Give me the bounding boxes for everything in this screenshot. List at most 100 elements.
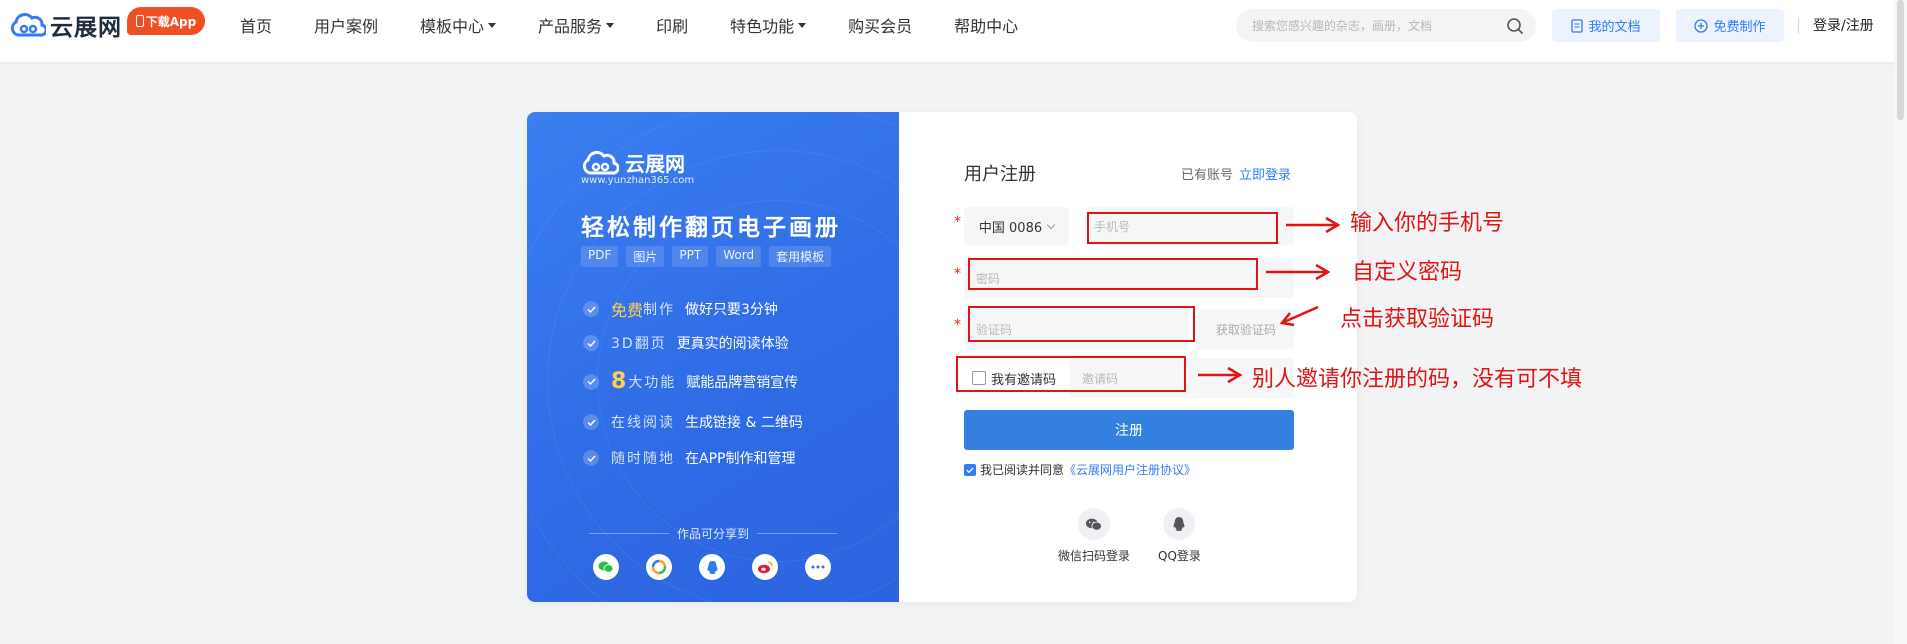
highlight-box bbox=[968, 306, 1195, 342]
nav-label: 印刷 bbox=[656, 17, 689, 36]
free-make-button[interactable]: 免费制作 bbox=[1676, 9, 1784, 42]
annotation-invite: 别人邀请你注册的码，没有可不填 bbox=[1252, 367, 1583, 392]
feature-label: 制作 bbox=[643, 302, 676, 318]
free-make-label: 免费制作 bbox=[1713, 20, 1766, 35]
format-tag: PPT bbox=[672, 246, 709, 267]
qq-login-label: QQ登录 bbox=[1158, 549, 1201, 563]
arrow-icon bbox=[1279, 305, 1319, 327]
nav-label: 特色功能 bbox=[730, 17, 795, 36]
promo-url: www.yunzhan365.com bbox=[581, 175, 695, 186]
feature-desc: 赋能品牌营销宣传 bbox=[686, 374, 799, 391]
main-nav: 首页 用户案例 模板中心 产品服务 印刷 特色功能 购买会员 帮助中心 bbox=[240, 0, 1060, 50]
search-icon[interactable] bbox=[1506, 17, 1524, 35]
promo-title: 轻松制作翻页电子画册 bbox=[581, 215, 841, 241]
search-input[interactable]: 搜索您感兴趣的杂志，画册，文档 bbox=[1236, 9, 1536, 42]
caret-down-icon bbox=[606, 22, 615, 28]
weibo-icon bbox=[752, 554, 778, 580]
nav-help[interactable]: 帮助中心 bbox=[954, 13, 1018, 37]
arrow-icon bbox=[1266, 263, 1331, 281]
feature-label: 在线阅读 bbox=[611, 415, 675, 431]
feature-label: 随时随地 bbox=[611, 451, 675, 467]
check-icon bbox=[583, 301, 599, 317]
scrollbar-thumb[interactable] bbox=[1897, 0, 1904, 120]
moments-icon bbox=[646, 554, 672, 580]
format-tags: PDF 图片 PPT Word 套用模板 bbox=[581, 246, 832, 267]
qq-icon bbox=[699, 554, 725, 580]
scrollbar[interactable] bbox=[1894, 0, 1907, 644]
feature-highlight: 免费 bbox=[611, 301, 644, 320]
arrow-icon bbox=[1198, 366, 1243, 384]
document-icon bbox=[1571, 18, 1584, 33]
my-documents-label: 我的文档 bbox=[1588, 20, 1641, 35]
country-code-select[interactable]: 中国 0086 bbox=[964, 207, 1069, 245]
annotation-code: 点击获取验证码 bbox=[1340, 307, 1495, 332]
top-navbar: 云展网 下载App 首页 用户案例 模板中心 产品服务 印刷 特色功能 购买会员… bbox=[0, 0, 1907, 62]
share-title: 作品可分享到 bbox=[676, 527, 749, 541]
download-app-label: 下载App bbox=[145, 14, 197, 29]
qq-login[interactable]: QQ登录 bbox=[1158, 508, 1201, 564]
login-register-link[interactable]: 登录/注册 bbox=[1813, 15, 1874, 35]
check-icon bbox=[583, 373, 599, 390]
highlight-box bbox=[968, 258, 1258, 290]
promo-panel: 云展网 www.yunzhan365.com 轻松制作翻页电子画册 PDF 图片… bbox=[527, 112, 899, 602]
nav-user-cases[interactable]: 用户案例 bbox=[314, 13, 378, 37]
wechat-login[interactable]: 微信扫码登录 bbox=[1058, 508, 1130, 564]
agreement: 我已阅读并同意 《云展网用户注册协议》 bbox=[964, 461, 1196, 478]
feature-desc: 做好只要3分钟 bbox=[685, 302, 778, 318]
annotation-phone: 输入你的手机号 bbox=[1350, 211, 1505, 236]
feature-number: 8 bbox=[611, 369, 627, 394]
nav-print[interactable]: 印刷 bbox=[656, 13, 688, 37]
my-documents-button[interactable]: 我的文档 bbox=[1552, 9, 1660, 42]
site-logo[interactable]: 云展网 bbox=[10, 10, 122, 41]
highlight-box bbox=[1087, 212, 1278, 244]
login-now-link[interactable]: 立即登录 bbox=[1239, 168, 1291, 183]
highlight-box bbox=[956, 356, 1186, 392]
qq-icon bbox=[1163, 508, 1196, 540]
caret-down-icon bbox=[798, 22, 807, 28]
nav-label: 模板中心 bbox=[420, 17, 485, 36]
logo-text: 云展网 bbox=[50, 15, 122, 41]
feature-item: 在线阅读 生成链接 & 二维码 bbox=[583, 412, 803, 432]
annotation-password: 自定义密码 bbox=[1352, 260, 1463, 285]
feature-desc: 生成链接 & 二维码 bbox=[685, 415, 803, 431]
feature-desc: 在APP制作和管理 bbox=[685, 451, 796, 467]
wechat-icon bbox=[593, 554, 619, 580]
feature-item: 免费 制作 做好只要3分钟 bbox=[583, 297, 778, 321]
nav-label: 帮助中心 bbox=[954, 17, 1019, 36]
chevron-down-icon bbox=[1046, 220, 1056, 229]
nav-home[interactable]: 首页 bbox=[240, 13, 272, 37]
share-icons bbox=[593, 554, 831, 580]
phone-icon bbox=[135, 15, 144, 27]
agreement-checkbox[interactable] bbox=[964, 463, 976, 476]
register-card: 云展网 www.yunzhan365.com 轻松制作翻页电子画册 PDF 图片… bbox=[527, 112, 1357, 602]
format-tag: 套用模板 bbox=[769, 246, 832, 267]
cloud-logo-icon bbox=[10, 13, 46, 37]
download-app-button[interactable]: 下载App bbox=[127, 7, 205, 35]
feature-label: 3D翻页 bbox=[611, 336, 667, 352]
more-icon bbox=[805, 554, 831, 580]
register-button[interactable]: 注册 bbox=[964, 410, 1294, 450]
login-prompt: 已有账号 立即登录 bbox=[1181, 164, 1291, 183]
format-tag: 图片 bbox=[626, 246, 665, 267]
required-mark: * bbox=[954, 317, 961, 333]
agreement-link[interactable]: 《云展网用户注册协议》 bbox=[1064, 461, 1196, 478]
form-title: 用户注册 bbox=[964, 164, 1036, 185]
divider bbox=[1798, 17, 1799, 34]
nav-features[interactable]: 特色功能 bbox=[730, 13, 807, 37]
arrow-icon bbox=[1286, 216, 1341, 234]
promo-logo: 云展网 bbox=[581, 148, 685, 177]
nav-products[interactable]: 产品服务 bbox=[538, 13, 615, 37]
cloud-logo-icon bbox=[582, 150, 619, 175]
nav-buy-member[interactable]: 购买会员 bbox=[848, 13, 912, 37]
nav-templates[interactable]: 模板中心 bbox=[420, 13, 497, 37]
check-icon bbox=[583, 450, 599, 466]
feature-item: 3D翻页 更真实的阅读体验 bbox=[583, 333, 789, 353]
have-account-text: 已有账号 bbox=[1181, 168, 1234, 183]
check-icon bbox=[583, 335, 599, 351]
feature-item: 随时随地 在APP制作和管理 bbox=[583, 448, 795, 468]
caret-down-icon bbox=[488, 22, 497, 28]
feature-label: 大功能 bbox=[628, 374, 677, 391]
format-tag: PDF bbox=[581, 246, 619, 267]
plus-circle-icon bbox=[1694, 18, 1709, 33]
nav-label: 首页 bbox=[240, 17, 273, 36]
